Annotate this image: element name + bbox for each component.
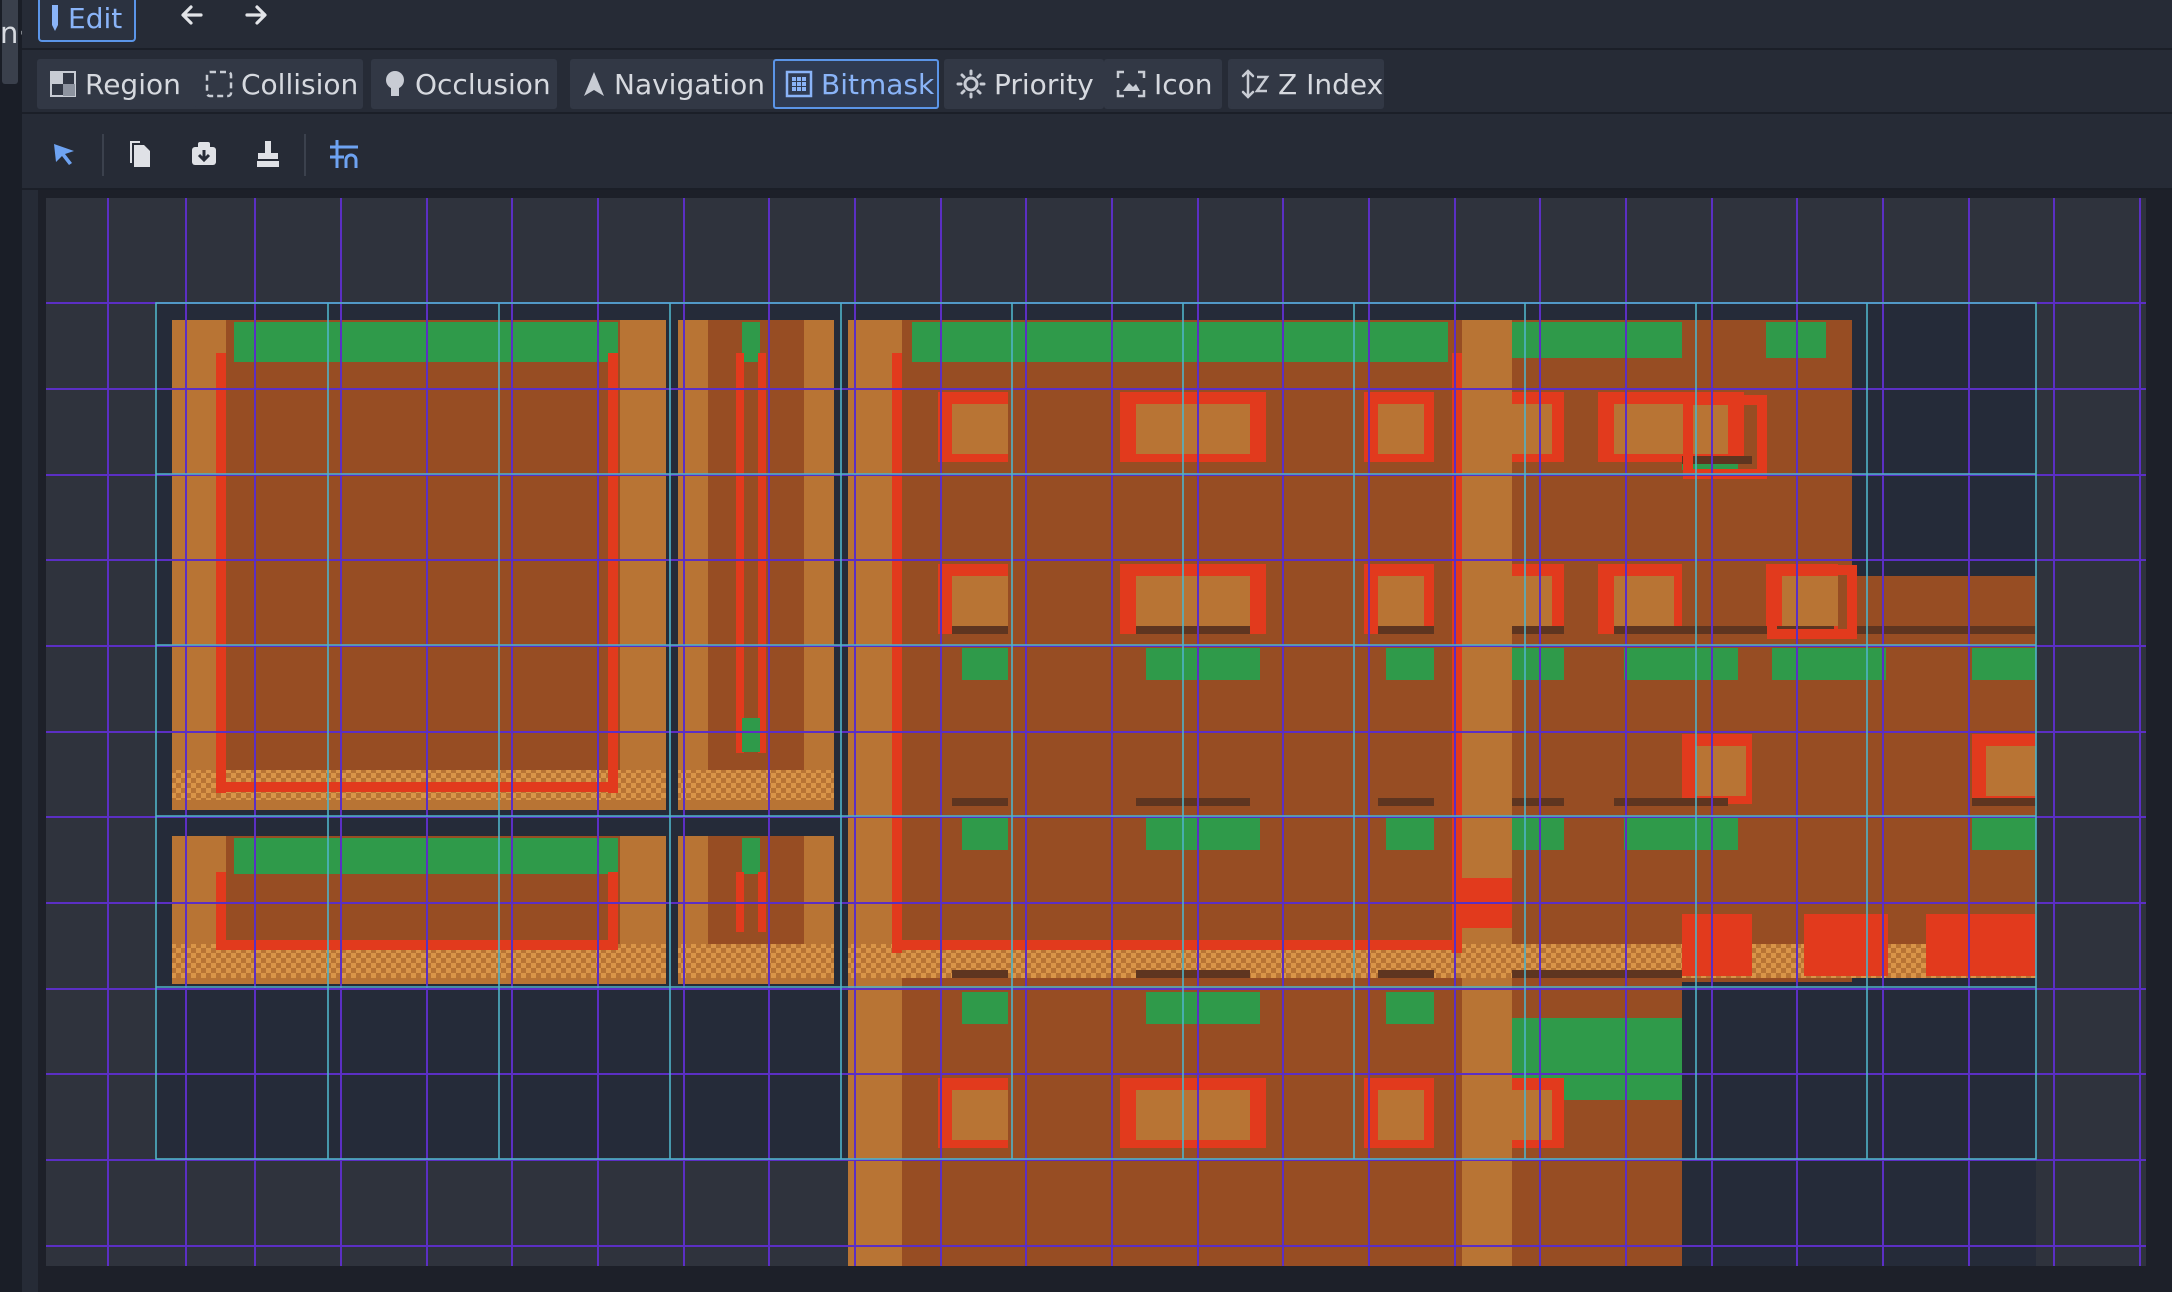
tab-priority[interactable]: Priority [944,59,1104,109]
z-index-icon [1241,69,1270,99]
tab-occlusion-label: Occlusion [415,67,551,101]
tab-bitmask[interactable]: Bitmask [773,59,939,109]
grid-snap-toggle[interactable] [322,132,366,176]
select-icon [54,144,74,165]
tab-collision[interactable]: Collision [193,59,363,109]
navigation-icon [584,72,604,96]
tileset-viewport[interactable] [38,190,2172,1292]
region-icon [50,71,76,97]
tab-icon[interactable]: Icon [1104,59,1222,109]
edit-label: Edit [68,1,123,35]
tab-collision-label: Collision [241,67,359,101]
tileset-texture [46,198,2146,1276]
clear-icon [257,141,279,167]
pencil-icon [52,5,58,31]
tab-icon-label: Icon [1154,67,1213,101]
tab-navigation[interactable]: Navigation [570,59,786,109]
tileset-canvas[interactable] [46,198,2146,1276]
tab-region-label: Region [85,67,181,101]
top-toolbar: Edit [22,0,2172,50]
tab-z-index-label: Z Index [1278,67,1384,101]
collision-icon [205,70,233,98]
tool-row [22,122,2172,190]
grid-snap-icon [330,140,358,168]
forward-arrow-icon[interactable] [236,0,276,30]
clear-button[interactable] [246,132,290,176]
occlusion-icon [386,71,404,96]
icon-mode-icon [1116,70,1146,98]
left-panel-edge: n· [0,0,28,1292]
bitmask-icon [785,70,813,98]
tab-occlusion[interactable]: Occlusion [371,59,557,109]
select-tool[interactable] [42,132,86,176]
tab-priority-label: Priority [994,67,1094,101]
back-arrow-icon[interactable] [172,0,212,30]
tab-z-index[interactable]: Z Index [1228,59,1384,109]
tileset-editor: Edit Region Collision Occlusion Navigati… [22,0,2172,1292]
mode-tabs: Region Collision Occlusion Navigation Bi… [22,56,2172,114]
priority-icon [956,69,986,99]
paste-icon [192,142,216,165]
edit-button[interactable]: Edit [38,0,137,42]
paste-button[interactable] [182,132,226,176]
tab-navigation-label: Navigation [614,67,766,101]
copy-icon [130,141,150,167]
copy-button[interactable] [118,132,162,176]
tab-region[interactable]: Region [37,59,199,109]
tab-bitmask-label: Bitmask [821,67,935,101]
toolbar-divider [304,134,306,176]
toolbar-divider [102,134,104,176]
